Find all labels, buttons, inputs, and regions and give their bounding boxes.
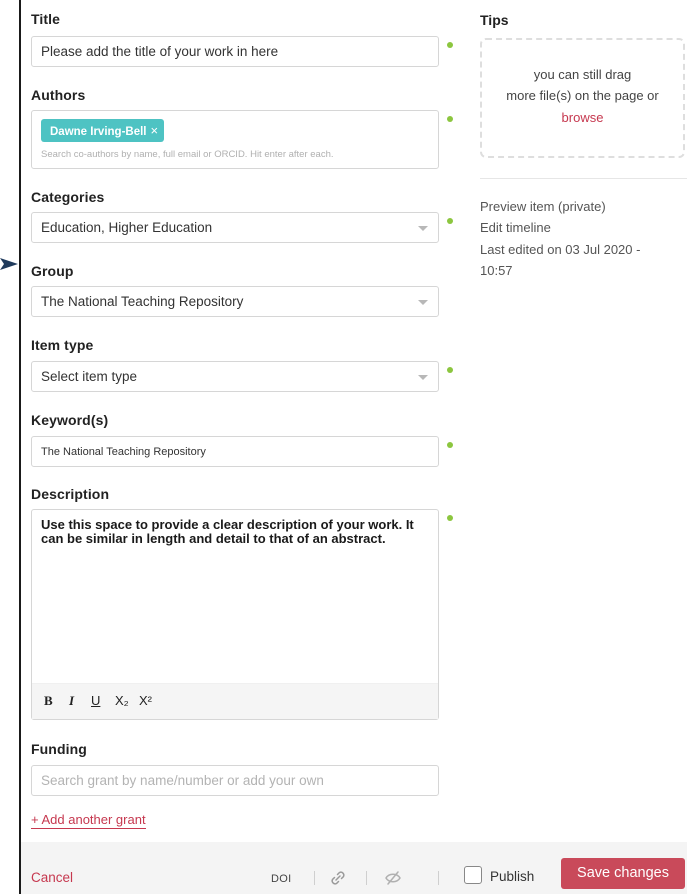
title-label: Title	[31, 11, 61, 27]
required-dot	[447, 442, 453, 448]
item-type-select[interactable]: Select item type	[31, 361, 439, 392]
description-label: Description	[31, 486, 110, 502]
description-toolbar: B I U X₂ X²	[32, 683, 438, 719]
title-placeholder: Please add the title of your work in her…	[41, 44, 279, 59]
publish-label: Publish	[490, 869, 535, 884]
doi-button[interactable]: DOI	[271, 873, 291, 885]
file-dropzone[interactable]: you can still drag more file(s) on the p…	[480, 38, 685, 158]
funding-placeholder: Search grant by name/number or add your …	[41, 773, 324, 788]
dropdown-caret-icon	[418, 374, 428, 380]
required-dot	[447, 218, 453, 224]
edit-item-form: Title Please add the title of your work …	[21, 0, 687, 894]
required-dot	[447, 515, 453, 521]
authors-label: Authors	[31, 87, 86, 103]
required-dot	[447, 42, 453, 48]
categories-label: Categories	[31, 189, 105, 205]
title-input[interactable]: Please add the title of your work in her…	[31, 36, 439, 67]
italic-button[interactable]: I	[69, 693, 74, 709]
divider	[438, 871, 439, 885]
authors-hint: Search co-authors by name, full email or…	[41, 149, 334, 160]
footer-bar: Cancel DOI Publish Save changes	[21, 842, 687, 894]
description-text: Use this space to provide a clear descri…	[41, 517, 414, 546]
link-icon[interactable]	[327, 867, 349, 889]
categories-select[interactable]: Education, Higher Education	[31, 212, 439, 243]
funding-label: Funding	[31, 741, 87, 757]
last-edited-text: Last edited on 03 Jul 2020 -	[480, 242, 641, 257]
publish-checkbox[interactable]	[464, 866, 482, 884]
hide-icon[interactable]	[382, 867, 404, 889]
last-edited-time: 10:57	[480, 263, 513, 278]
group-select[interactable]: The National Teaching Repository	[31, 286, 439, 317]
author-tag[interactable]: Dawne Irving-Bell ×	[41, 119, 165, 142]
categories-value: Education, Higher Education	[41, 220, 213, 235]
cancel-button[interactable]: Cancel	[31, 870, 73, 885]
divider	[366, 871, 367, 885]
sidebar-divider	[480, 178, 687, 179]
underline-button[interactable]: U	[91, 693, 100, 708]
group-label: Group	[31, 263, 74, 279]
author-tag-name: Dawne Irving-Bell	[50, 126, 147, 138]
edit-timeline-link[interactable]: Edit timeline	[480, 220, 551, 235]
required-dot	[447, 367, 453, 373]
save-changes-button[interactable]: Save changes	[561, 858, 685, 889]
authors-input[interactable]: Dawne Irving-Bell × Search co-authors by …	[31, 110, 439, 169]
dropdown-caret-icon	[418, 225, 428, 231]
item-type-label: Item type	[31, 337, 94, 353]
dropzone-line1: you can still drag	[533, 67, 632, 82]
funding-input[interactable]: Search grant by name/number or add your …	[31, 765, 439, 796]
item-type-value: Select item type	[41, 369, 138, 384]
subscript-button[interactable]: X₂	[115, 693, 129, 708]
keywords-input[interactable]: The National Teaching Repository	[31, 436, 439, 467]
dropdown-caret-icon	[418, 299, 428, 305]
bold-button[interactable]: B	[44, 693, 53, 709]
required-dot	[447, 116, 453, 122]
add-grant-link[interactable]: + Add another grant	[31, 812, 146, 829]
divider	[314, 871, 315, 885]
group-value: The National Teaching Repository	[41, 294, 244, 309]
keywords-value: The National Teaching Repository	[41, 446, 206, 458]
superscript-button[interactable]: X²	[139, 693, 152, 708]
preview-item-link[interactable]: Preview item (private)	[480, 199, 606, 214]
dropzone-line2: more file(s) on the page or	[506, 88, 659, 103]
tips-title: Tips	[480, 12, 509, 28]
browse-link[interactable]: browse	[482, 110, 683, 125]
remove-author-icon[interactable]: ×	[151, 123, 159, 138]
description-editor[interactable]: Use this space to provide a clear descri…	[31, 509, 439, 720]
keywords-label: Keyword(s)	[31, 412, 109, 428]
pointer-arrow-icon	[0, 258, 18, 270]
